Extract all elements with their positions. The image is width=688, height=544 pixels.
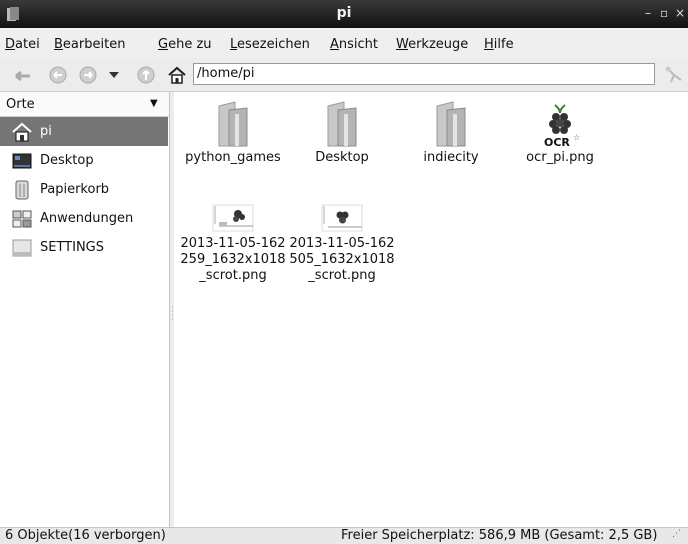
svg-text:OCR: OCR (544, 136, 570, 149)
sidebar-item-desktop[interactable]: Desktop (0, 146, 168, 175)
title-bar[interactable]: pi – ▫ × (0, 0, 688, 28)
places-label: Orte (6, 97, 35, 112)
file-name: Desktop (315, 150, 369, 165)
sidebar-item-label: Papierkorb (40, 182, 110, 197)
chevron-down-icon[interactable]: ▼ (150, 98, 158, 109)
menu-werkzeuge[interactable]: Werkzeuge (396, 37, 468, 52)
drive-icon (12, 239, 32, 257)
folder-icon (327, 101, 357, 147)
go-icon[interactable] (663, 65, 685, 87)
menu-gehe-zu[interactable]: Gehe zu (158, 37, 212, 52)
back-icon[interactable] (13, 65, 33, 85)
status-bar: 6 Objekte(16 verborgen) Freier Speicherp… (0, 527, 688, 544)
file-name: python_games (185, 150, 281, 165)
file-item-desktop[interactable]: Desktop (289, 100, 395, 166)
applications-icon (12, 210, 32, 228)
file-item-indiecity[interactable]: indiecity (398, 100, 504, 166)
menu-datei[interactable]: Datei (5, 37, 40, 52)
folder-icon (218, 101, 248, 147)
menu-bearbeiten[interactable]: Bearbeiten (54, 37, 125, 52)
trash-icon (15, 180, 29, 200)
free-space: Freier Speicherplatz: 586,9 MB (Gesamt: … (341, 528, 658, 543)
places-selector[interactable]: Orte ▼ (0, 92, 169, 117)
home-icon[interactable] (167, 65, 187, 85)
file-name: indiecity (423, 150, 479, 165)
file-item-ocr-pi[interactable]: OCR ☆ ocr_pi.png (507, 100, 613, 166)
forward-icon[interactable] (48, 65, 68, 85)
up-icon[interactable] (136, 65, 156, 85)
file-view: python_games Desktop indiecity OCR ☆ ocr… (174, 92, 688, 527)
maximize-icon[interactable]: ▫ (660, 7, 668, 19)
item-count: 6 Objekte(16 verborgen) (5, 528, 166, 543)
menu-lesezeichen[interactable]: Lesezeichen (230, 37, 310, 52)
file-item-screenshot-162259[interactable]: 2013-11-05-162259_1632x1018_scrot.png (180, 200, 286, 284)
forward-nav-icon[interactable] (78, 65, 98, 85)
history-dropdown-icon[interactable] (108, 70, 120, 80)
menu-bar: Datei Bearbeiten Gehe zu Lesezeichen Ans… (0, 28, 688, 58)
svg-text:☆: ☆ (573, 133, 580, 142)
file-name: 2013-11-05-162259_1632x1018_scrot.png (180, 236, 286, 283)
resize-grip-icon[interactable]: ⋰ (672, 529, 681, 539)
window-title: pi (336, 5, 352, 21)
screenshot-thumbnail-icon (212, 204, 254, 232)
ocr-raspberry-thumbnail-icon: OCR ☆ (544, 104, 580, 149)
home-icon (12, 122, 32, 142)
close-icon[interactable]: × (675, 7, 685, 19)
folder-icon (436, 101, 466, 147)
sidebar-item-pi[interactable]: pi (0, 117, 168, 146)
menu-ansicht[interactable]: Ansicht (330, 37, 378, 52)
sidebar-item-papierkorb[interactable]: Papierkorb (0, 175, 168, 204)
path-input[interactable]: /home/pi (193, 63, 655, 85)
sidebar-item-anwendungen[interactable]: Anwendungen (0, 204, 168, 233)
sidebar-item-label: Desktop (40, 153, 94, 168)
desktop-icon (12, 153, 32, 169)
minimize-icon[interactable]: – (645, 7, 651, 19)
file-item-screenshot-162505[interactable]: 2013-11-05-162505_1632x1018_scrot.png (289, 200, 395, 284)
screenshot-thumbnail-icon (321, 204, 363, 232)
sidebar: Orte ▼ pi Desktop Papierkorb Anwendungen… (0, 92, 170, 527)
sidebar-item-settings[interactable]: SETTINGS (0, 233, 168, 262)
sidebar-item-label: Anwendungen (40, 211, 134, 226)
sidebar-item-label: SETTINGS (40, 240, 105, 255)
menu-hilfe[interactable]: Hilfe (484, 37, 514, 52)
file-item-python-games[interactable]: python_games (180, 100, 286, 166)
file-name: 2013-11-05-162505_1632x1018_scrot.png (289, 236, 395, 283)
sidebar-item-label: pi (40, 124, 52, 139)
file-name: ocr_pi.png (526, 150, 594, 165)
